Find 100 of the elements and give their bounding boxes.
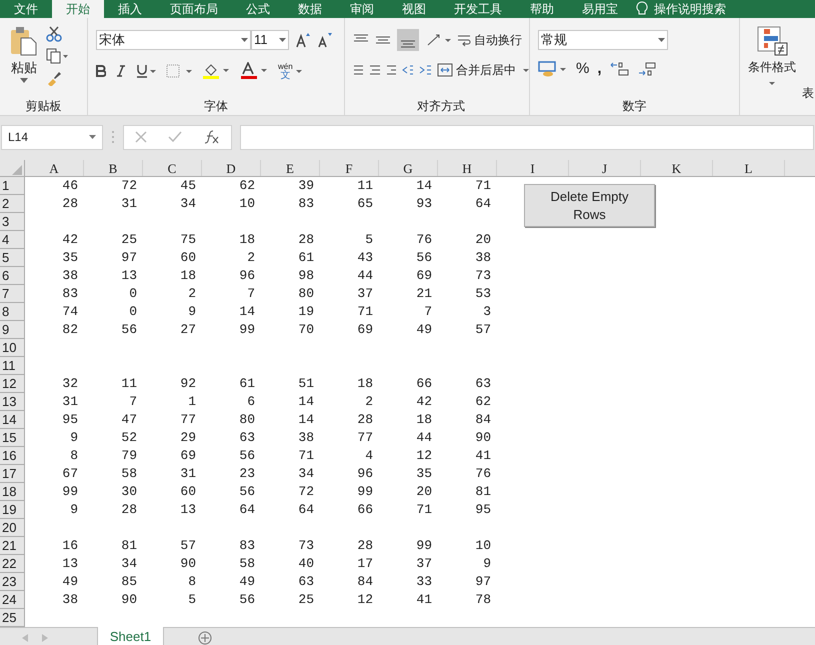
row-header[interactable]: 5 xyxy=(0,249,25,267)
row-header[interactable]: 1 xyxy=(0,177,25,195)
comma-button[interactable]: , xyxy=(597,58,602,80)
wrap-text-button[interactable]: 自动换行 xyxy=(457,31,522,49)
column-header[interactable]: H xyxy=(438,160,497,176)
add-sheet-icon[interactable] xyxy=(198,631,212,645)
font-size-dropdown[interactable]: 11 xyxy=(251,30,289,50)
ribbon-tab[interactable]: 数据 xyxy=(284,0,336,18)
row-header[interactable]: 22 xyxy=(0,555,25,573)
ribbon-tab[interactable]: 开发工具 xyxy=(440,0,516,18)
row-header[interactable]: 4 xyxy=(0,231,25,249)
align-left-icon[interactable] xyxy=(353,64,364,76)
number-format-dropdown[interactable]: 常规 xyxy=(538,30,668,50)
row-header[interactable]: 10 xyxy=(0,339,25,357)
align-right-icon[interactable] xyxy=(386,64,396,76)
grow-font-icon[interactable] xyxy=(295,32,311,48)
ribbon-tab[interactable]: 插入 xyxy=(104,0,156,18)
lightbulb-icon[interactable] xyxy=(636,1,648,17)
sheet-tab[interactable]: Sheet1 xyxy=(97,627,164,645)
row-header[interactable]: 25 xyxy=(0,609,25,627)
row-header[interactable]: 24 xyxy=(0,591,25,609)
row-header[interactable]: 18 xyxy=(0,483,25,501)
ribbon-tab[interactable]: 开始 xyxy=(52,0,104,18)
name-box[interactable]: L14 xyxy=(1,124,103,150)
shrink-font-icon[interactable] xyxy=(317,32,333,48)
row-header[interactable]: 2 xyxy=(0,195,25,213)
row-header[interactable]: 14 xyxy=(0,411,25,429)
grip-icon xyxy=(111,130,115,144)
table-cell-text: 38 xyxy=(297,429,315,447)
phonetic-button[interactable]: wén 文 xyxy=(278,62,302,80)
row-header[interactable]: 7 xyxy=(0,285,25,303)
row-header[interactable]: 15 xyxy=(0,429,25,447)
delete-empty-rows-button[interactable]: Delete Empty Rows xyxy=(524,184,655,227)
column-header[interactable]: F xyxy=(320,160,379,176)
check-icon[interactable] xyxy=(168,131,182,143)
caret-icon xyxy=(279,38,286,42)
row-header[interactable]: 3 xyxy=(0,213,25,231)
column-header[interactable]: I xyxy=(497,160,569,176)
bold-icon[interactable] xyxy=(96,65,106,77)
fill-color-icon[interactable] xyxy=(202,62,230,80)
row-header[interactable]: 12 xyxy=(0,375,25,393)
ribbon-tab[interactable]: 公式 xyxy=(232,0,284,18)
column-header[interactable]: J xyxy=(569,160,641,176)
scissors-icon[interactable] xyxy=(46,26,62,42)
font-name-dropdown[interactable]: 宋体 xyxy=(96,30,251,50)
row-header[interactable]: 23 xyxy=(0,573,25,591)
decrease-decimal-icon[interactable] xyxy=(638,61,658,77)
table-cell-text: 28 xyxy=(356,537,374,555)
table-cell-text: 60 xyxy=(179,483,197,501)
merge-center-button[interactable]: 合并后居中 xyxy=(437,61,529,79)
formula-bar-input[interactable] xyxy=(240,124,814,150)
row-header[interactable]: 11 xyxy=(0,357,25,375)
orientation-icon[interactable] xyxy=(425,32,451,48)
align-center-icon[interactable] xyxy=(369,64,380,76)
table-cell-text: 73 xyxy=(474,267,492,285)
column-header[interactable]: A xyxy=(25,160,84,176)
ribbon-tab[interactable]: 页面布局 xyxy=(156,0,232,18)
ribbon-tab[interactable]: 操作说明搜索 xyxy=(648,0,740,18)
align-bottom-icon[interactable] xyxy=(397,29,419,51)
row-header[interactable]: 17 xyxy=(0,465,25,483)
percent-button[interactable]: % xyxy=(576,58,590,80)
underline-icon[interactable] xyxy=(136,64,156,78)
ribbon-tab[interactable]: 视图 xyxy=(388,0,440,18)
row-header[interactable]: 20 xyxy=(0,519,25,537)
brush-icon[interactable] xyxy=(46,70,62,86)
table-cell-text: 83 xyxy=(61,285,79,303)
paste-button[interactable]: 粘贴 xyxy=(8,26,40,97)
row-header[interactable]: 13 xyxy=(0,393,25,411)
column-header[interactable]: G xyxy=(379,160,438,176)
ribbon-tab[interactable]: 审阅 xyxy=(336,0,388,18)
increase-indent-icon[interactable] xyxy=(419,64,431,76)
caret-icon xyxy=(296,70,302,72)
borders-icon[interactable] xyxy=(166,64,192,78)
increase-decimal-icon[interactable] xyxy=(610,61,630,77)
column-header[interactable]: L xyxy=(713,160,785,176)
conditional-format-button[interactable]: 条件格式 xyxy=(746,26,798,85)
table-cell-text: 52 xyxy=(120,429,138,447)
italic-icon[interactable] xyxy=(116,65,126,77)
row-header[interactable]: 21 xyxy=(0,537,25,555)
ribbon-tab[interactable]: 易用宝 xyxy=(568,0,632,18)
ribbon-tab[interactable]: 文件 xyxy=(0,0,52,18)
row-header[interactable]: 6 xyxy=(0,267,25,285)
table-cell-text: 56 xyxy=(120,321,138,339)
table-cell-text: 42 xyxy=(415,393,433,411)
row-header[interactable]: 16 xyxy=(0,447,25,465)
font-color-icon[interactable] xyxy=(240,62,268,80)
copy-icon[interactable] xyxy=(46,48,68,64)
table-format-label[interactable]: 表 xyxy=(802,84,814,102)
column-header[interactable]: K xyxy=(641,160,713,176)
row-header[interactable]: 19 xyxy=(0,501,25,519)
ribbon-tab[interactable]: 帮助 xyxy=(516,0,568,18)
column-header[interactable]: B xyxy=(84,160,143,176)
column-header[interactable]: E xyxy=(261,160,320,176)
table-cell-text: 72 xyxy=(120,177,138,195)
decrease-indent-icon[interactable] xyxy=(402,64,414,76)
insert-function-icon[interactable] xyxy=(204,130,220,144)
row-header[interactable]: 9 xyxy=(0,321,25,339)
column-header[interactable]: D xyxy=(202,160,261,176)
row-header[interactable]: 8 xyxy=(0,303,25,321)
column-header[interactable]: C xyxy=(143,160,202,176)
